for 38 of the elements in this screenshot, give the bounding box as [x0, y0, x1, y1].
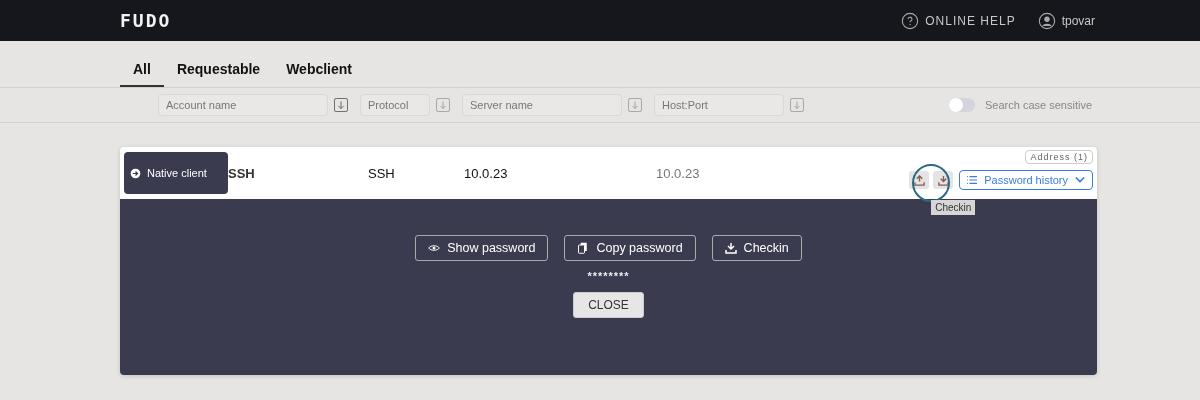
toggle-label: Search case sensitive — [985, 99, 1092, 111]
download-icon — [937, 174, 949, 186]
close-button[interactable]: CLOSE — [573, 292, 644, 318]
panel-button[interactable]: Checkin — [711, 235, 802, 261]
online-help-link[interactable]: ONLINE HELP — [925, 13, 1016, 28]
filter-field[interactable]: Host:Port — [654, 94, 784, 116]
filter-field[interactable]: Protocol — [360, 94, 430, 116]
native-client-button[interactable]: Native client — [124, 152, 228, 194]
password-history-button[interactable]: Password history — [959, 170, 1093, 190]
toggle-switch[interactable] — [949, 98, 975, 112]
download-button[interactable] — [933, 171, 954, 189]
host-port: 10.0.23 — [656, 165, 700, 181]
panel-button[interactable]: Copy password — [564, 235, 696, 261]
tab[interactable]: Requestable — [163, 61, 274, 87]
filter-field[interactable]: Server name — [462, 94, 622, 116]
user-avatar-icon[interactable] — [1037, 11, 1056, 30]
tooltip: Checkin — [931, 200, 976, 215]
tab[interactable]: All — [120, 61, 164, 87]
download-icon — [724, 242, 737, 254]
panel-button[interactable]: Show password — [415, 235, 549, 261]
list-icon — [966, 175, 979, 185]
help-icon[interactable] — [901, 11, 920, 30]
user-name-link[interactable]: tpovar — [1061, 13, 1095, 28]
chevron-down-icon — [1074, 175, 1086, 185]
filter-field[interactable]: Account name — [158, 94, 328, 116]
tab[interactable]: Webclient — [273, 61, 365, 87]
arrow-circle-icon — [130, 167, 141, 179]
protocol-text: SSH — [368, 165, 396, 181]
sort-icon[interactable] — [334, 98, 348, 112]
logo: FUDO — [120, 10, 172, 31]
account-name: SSH — [228, 165, 256, 181]
upload-button[interactable] — [909, 171, 930, 189]
server-name: 10.0.23 — [464, 165, 509, 181]
copy-icon — [577, 242, 590, 254]
eye-icon — [428, 242, 441, 254]
address-badge: Address (1) — [1025, 150, 1093, 164]
masked-password: ******** — [587, 270, 630, 282]
upload-icon — [913, 174, 925, 186]
